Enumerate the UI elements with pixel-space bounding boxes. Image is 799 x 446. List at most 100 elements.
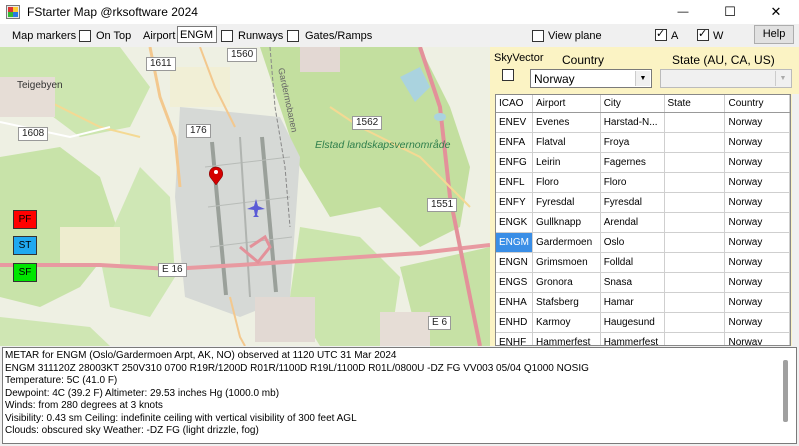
chevron-down-icon[interactable]: ▼ <box>635 71 650 86</box>
cell-country[interactable]: Norway <box>724 272 790 293</box>
runways-checkbox[interactable] <box>221 30 233 42</box>
table-row[interactable]: ENHA Stafsberg Hamar Norway <box>496 292 790 313</box>
cell-icao[interactable]: ENHA <box>496 292 533 313</box>
state-select[interactable]: ▼ <box>660 69 792 88</box>
table-row[interactable]: ENFG Leirin Fagernes Norway <box>496 152 790 173</box>
cell-state[interactable] <box>664 172 726 193</box>
sf-button[interactable]: SF <box>13 263 37 282</box>
cell-country[interactable]: Norway <box>724 252 790 273</box>
table-row[interactable]: ENFY Fyresdal Fyresdal Norway <box>496 192 790 213</box>
cell-icao[interactable]: ENHF <box>496 332 533 345</box>
close-button[interactable]: ✕ <box>753 0 799 24</box>
cell-state[interactable] <box>664 272 726 293</box>
cell-icao[interactable]: ENHD <box>496 312 533 333</box>
cell-city[interactable]: Haugesund <box>600 312 665 333</box>
cell-city[interactable]: Froya <box>600 132 665 153</box>
cell-city[interactable]: Oslo <box>600 232 665 253</box>
cell-country[interactable]: Norway <box>724 212 790 233</box>
cell-airport[interactable]: Gullknapp <box>532 212 601 233</box>
metar-scrollbar[interactable] <box>783 360 788 422</box>
table-row[interactable]: ENHD Karmoy Haugesund Norway <box>496 312 790 333</box>
column-header-country[interactable]: Country <box>724 95 790 113</box>
cell-state[interactable] <box>664 232 726 253</box>
column-header-airport[interactable]: Airport <box>532 95 601 113</box>
cell-city[interactable]: Harstad-N... <box>600 112 665 133</box>
cell-city[interactable]: Hamar <box>600 292 665 313</box>
w-checkbox[interactable] <box>697 27 709 41</box>
cell-airport[interactable]: Grimsmoen <box>532 252 601 273</box>
st-button[interactable]: ST <box>13 236 37 255</box>
a-checkbox[interactable] <box>655 27 667 41</box>
cell-state[interactable] <box>664 312 726 333</box>
on-top-checkbox[interactable] <box>79 30 91 42</box>
cell-country[interactable]: Norway <box>724 232 790 253</box>
table-row[interactable]: ENFL Floro Floro Norway <box>496 172 790 193</box>
metar-text-box[interactable]: METAR for ENGM (Oslo/Gardermoen Arpt, AK… <box>2 347 797 444</box>
cell-state[interactable] <box>664 112 726 133</box>
cell-country[interactable]: Norway <box>724 292 790 313</box>
column-header-state[interactable]: State <box>664 95 726 113</box>
title-bar[interactable]: FStarter Map @rksoftware 2024 — ☐ ✕ <box>0 0 799 24</box>
cell-city[interactable]: Snasa <box>600 272 665 293</box>
cell-state[interactable] <box>664 152 726 173</box>
table-row[interactable]: ENEV Evenes Harstad-N... Norway <box>496 112 790 133</box>
cell-state[interactable] <box>664 252 726 273</box>
cell-city[interactable]: Fagernes <box>600 152 665 173</box>
table-row[interactable]: ENGN Grimsmoen Folldal Norway <box>496 252 790 273</box>
cell-icao[interactable]: ENFL <box>496 172 533 193</box>
cell-city[interactable]: Fyresdal <box>600 192 665 213</box>
cell-state[interactable] <box>664 132 726 153</box>
chevron-down-icon[interactable]: ▼ <box>775 71 790 86</box>
skyvector-checkbox[interactable] <box>502 69 514 81</box>
country-select[interactable]: Norway ▼ <box>530 69 652 88</box>
cell-airport[interactable]: Flatval <box>532 132 601 153</box>
cell-country[interactable]: Norway <box>724 192 790 213</box>
cell-country[interactable]: Norway <box>724 312 790 333</box>
airport-grid[interactable]: ICAO Airport City State Country ENEV Evenes Ha… <box>495 94 791 346</box>
cell-state[interactable] <box>664 192 726 213</box>
cell-city[interactable]: Hammerfest <box>600 332 665 345</box>
maximize-button[interactable]: ☐ <box>707 0 753 24</box>
table-row[interactable]: ENHF Hammerfest Hammerfest Norway <box>496 332 790 345</box>
cell-country[interactable]: Norway <box>724 132 790 153</box>
table-row[interactable]: ENGS Gronora Snasa Norway <box>496 272 790 293</box>
airport-input[interactable] <box>177 26 217 43</box>
cell-icao[interactable]: ENFG <box>496 152 533 173</box>
pf-button[interactable]: PF <box>13 210 37 229</box>
help-button[interactable]: Help <box>754 25 794 44</box>
table-row[interactable]: ENGK Gullknapp Arendal Norway <box>496 212 790 233</box>
table-row[interactable]: ENGM Gardermoen Oslo Norway <box>496 232 790 253</box>
minimize-button[interactable]: — <box>660 0 706 24</box>
column-header-city[interactable]: City <box>600 95 665 113</box>
cell-airport[interactable]: Karmoy <box>532 312 601 333</box>
column-header-icao[interactable]: ICAO <box>496 95 533 113</box>
cell-airport[interactable]: Evenes <box>532 112 601 133</box>
map-view[interactable]: 1611 1560 1608 176 1562 1551 E 16 E 6 Te… <box>0 47 490 346</box>
cell-icao[interactable]: ENGS <box>496 272 533 293</box>
cell-airport[interactable]: Hammerfest <box>532 332 601 345</box>
cell-airport[interactable]: Floro <box>532 172 601 193</box>
cell-icao[interactable]: ENFY <box>496 192 533 213</box>
view-plane-checkbox[interactable] <box>532 30 544 42</box>
cell-icao[interactable]: ENGK <box>496 212 533 233</box>
cell-country[interactable]: Norway <box>724 112 790 133</box>
cell-country[interactable]: Norway <box>724 332 790 345</box>
cell-icao[interactable]: ENGN <box>496 252 533 273</box>
cell-country[interactable]: Norway <box>724 172 790 193</box>
cell-state[interactable] <box>664 212 726 233</box>
cell-state[interactable] <box>664 292 726 313</box>
cell-city[interactable]: Floro <box>600 172 665 193</box>
cell-state[interactable] <box>664 332 726 345</box>
cell-airport[interactable]: Fyresdal <box>532 192 601 213</box>
cell-city[interactable]: Arendal <box>600 212 665 233</box>
table-row[interactable]: ENFA Flatval Froya Norway <box>496 132 790 153</box>
cell-airport[interactable]: Leirin <box>532 152 601 173</box>
cell-country[interactable]: Norway <box>724 152 790 173</box>
cell-airport[interactable]: Stafsberg <box>532 292 601 313</box>
cell-icao[interactable]: ENFA <box>496 132 533 153</box>
grid-scrollbar[interactable] <box>792 94 799 346</box>
cell-airport[interactable]: Gardermoen <box>532 232 601 253</box>
cell-icao[interactable]: ENEV <box>496 112 533 133</box>
cell-icao[interactable]: ENGM <box>496 232 533 253</box>
gates-ramps-checkbox[interactable] <box>287 30 299 42</box>
